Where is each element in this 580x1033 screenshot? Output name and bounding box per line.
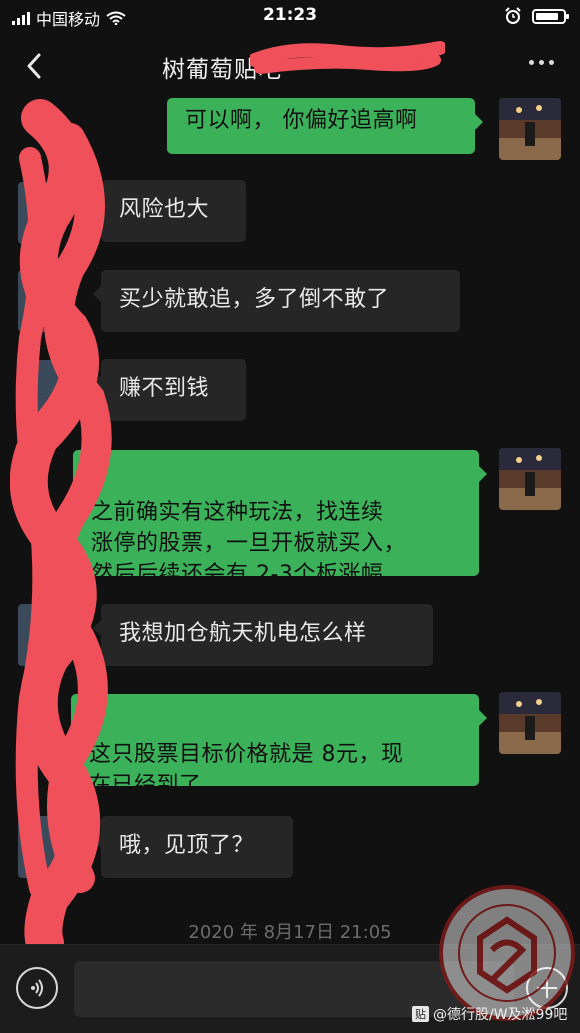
watermark-caption: 贴 @德行股/W及淞99吧 <box>412 1004 567 1024</box>
voice-button[interactable] <box>16 967 58 1009</box>
message-text: 这只股票目标价格就是 8元，现 在已经到了 <box>89 742 404 798</box>
chat-area[interactable]: 可以啊， 你偏好追高啊 风险也大 买少就敢追，多了倒不敢了 赚不到钱 之前确实有… <box>0 98 580 944</box>
watermark-text: @德行股/W及淞99吧 <box>433 1007 568 1023</box>
back-icon[interactable] <box>18 48 54 84</box>
message-bubble-incoming[interactable]: 赚不到钱 <box>93 359 246 421</box>
avatar-image <box>499 692 561 754</box>
message-text: 我想加仓航天机电怎么样 <box>119 621 367 646</box>
avatar[interactable] <box>18 360 58 422</box>
battery-fill <box>536 12 558 20</box>
avatar[interactable] <box>499 448 561 510</box>
message-bubble-incoming[interactable]: 哦，见顶了？ <box>93 816 293 878</box>
voice-icon <box>31 979 43 997</box>
message-bubble-incoming[interactable]: 买少就敢追，多了倒不敢了 <box>93 270 460 332</box>
message-bubble-outgoing[interactable]: 这只股票目标价格就是 8元，现 在已经到了 <box>71 694 487 798</box>
message-text: 风险也大 <box>119 197 210 222</box>
clock: 21:23 <box>262 5 318 25</box>
message-bubble-incoming[interactable]: 我想加仓航天机电怎么样 <box>93 604 433 666</box>
message-text: 可以啊， 你偏好追高啊 <box>185 108 418 133</box>
message-bubble-outgoing[interactable]: 之前确实有这种玩法，找连续 涨停的股票，一旦开板就买入， 然后后续还会有 2-3… <box>73 450 487 587</box>
avatar-image <box>499 448 561 510</box>
avatar-image <box>499 98 561 160</box>
status-bar: 中国移动 21:23 <box>0 0 580 34</box>
message-text: 赚不到钱 <box>119 376 210 401</box>
avatar[interactable] <box>499 98 561 160</box>
avatar[interactable] <box>18 270 58 332</box>
message-bubble-incoming[interactable]: 风险也大 <box>93 180 246 242</box>
avatar[interactable] <box>499 692 561 754</box>
message-text: 哦，见顶了？ <box>119 833 255 858</box>
message-text: 之前确实有这种玩法，找连续 涨停的股票，一旦开板就买入， 然后后续还会有 2-3… <box>91 500 407 587</box>
message-text: 买少就敢追，多了倒不敢了 <box>119 287 390 312</box>
avatar[interactable] <box>18 182 58 244</box>
battery-icon <box>532 8 569 24</box>
avatar[interactable] <box>18 604 58 666</box>
avatar[interactable] <box>18 816 58 878</box>
message-bubble-outgoing[interactable]: 可以啊， 你偏好追高啊 <box>167 98 483 154</box>
status-right <box>504 7 569 25</box>
more-icon[interactable] <box>529 60 554 65</box>
watermark-tag: 贴 <box>412 1006 429 1022</box>
redaction-mark-title <box>250 41 445 74</box>
alarm-icon <box>505 7 521 24</box>
